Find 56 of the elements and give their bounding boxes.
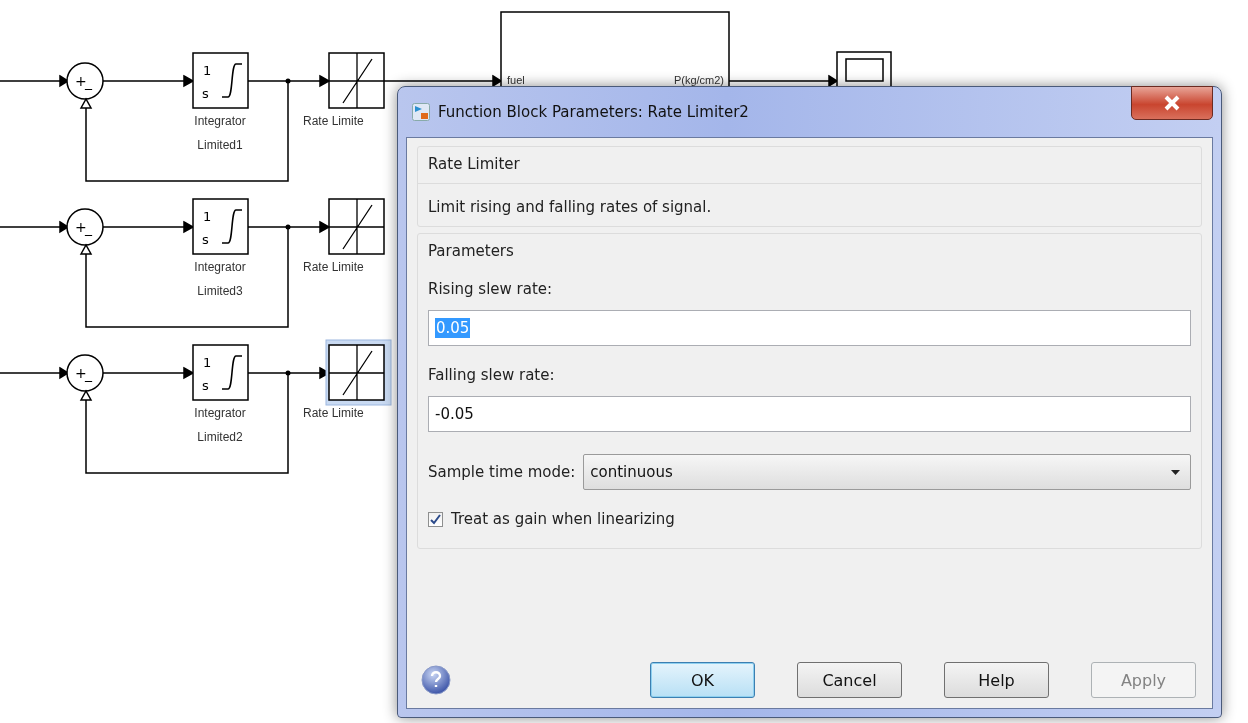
port-label: fuel (507, 74, 525, 86)
checkbox-label: Treat as gain when linearizing (451, 510, 675, 528)
rate-limiter-block[interactable] (325, 339, 392, 406)
block-label: Integrator (194, 114, 246, 128)
plus-sign: + (75, 73, 87, 89)
block-label: Limited1 (197, 138, 243, 152)
dialog-button[interactable]: OK (650, 662, 755, 698)
denominator-text: s (202, 86, 209, 101)
numerator-text: 1 (203, 63, 212, 78)
block-label: Limited3 (197, 284, 243, 298)
block-parameters-icon (412, 103, 430, 121)
group-title: Rate Limiter (428, 155, 521, 173)
saturation-curve-icon (221, 209, 243, 244)
minus-sign: _ (85, 220, 92, 236)
sum-circle (66, 354, 104, 392)
saturation-curve-icon (221, 63, 243, 98)
numerator-text: 1 (203, 209, 212, 224)
window-title: Function Block Parameters: Rate Limiter2 (438, 103, 749, 121)
denominator-text: s (202, 232, 209, 247)
block-label: Rate Limite (303, 114, 364, 128)
signal-arrow (287, 221, 331, 233)
close-icon (1163, 95, 1181, 111)
sum-circle (66, 208, 104, 246)
checkbox[interactable] (428, 511, 443, 527)
field-label: Falling slew rate: (428, 366, 556, 384)
integrator-block (192, 52, 249, 109)
port-label: P(kg/cm2) (673, 74, 724, 86)
group-title: Parameters (428, 242, 515, 260)
input-field[interactable]: -0.05 (428, 396, 1191, 432)
block-label: Rate Limite (303, 260, 364, 274)
integrator-block (192, 198, 249, 255)
sum-circle (66, 62, 104, 100)
description-text: Limit rising and falling rates of signal. (428, 198, 713, 216)
dialog-button[interactable]: Cancel (797, 662, 902, 698)
block-label: Rate Limite (303, 406, 364, 420)
denominator-text: s (202, 378, 209, 393)
block-label: Integrator (194, 260, 246, 274)
block-label: Limited2 (197, 430, 243, 444)
minus-sign: _ (85, 366, 92, 382)
integrator-block (192, 344, 249, 401)
close-button[interactable] (1131, 86, 1213, 120)
saturation-curve-icon (221, 355, 243, 390)
dialog-button[interactable]: Help (944, 662, 1049, 698)
plus-sign: + (75, 365, 87, 381)
numerator-text: 1 (203, 355, 212, 370)
field-label: Sample time mode: (428, 463, 576, 481)
help-icon[interactable] (421, 665, 451, 695)
minus-sign: _ (85, 74, 92, 90)
block-label: Integrator (194, 406, 246, 420)
signal-arrow (287, 75, 331, 87)
rate-limiter-block[interactable] (328, 52, 385, 109)
rate-limiter-block[interactable] (328, 198, 385, 255)
dropdown-field[interactable]: continuous (583, 454, 1191, 490)
plus-sign: + (75, 219, 87, 235)
caret-icon (1171, 469, 1180, 475)
field-label: Rising slew rate: (428, 280, 554, 298)
